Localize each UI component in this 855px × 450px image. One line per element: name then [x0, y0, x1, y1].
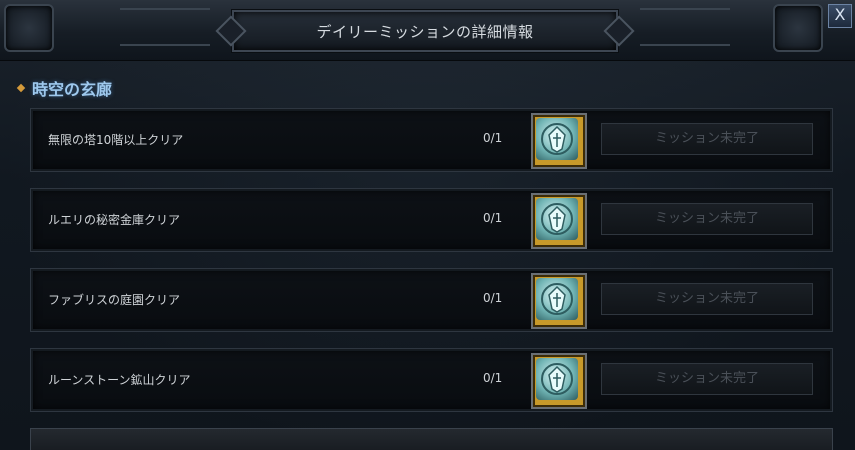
- mission-row: ルエリの秘密金庫クリア 0/1 ミッション未完了: [30, 188, 833, 252]
- corner-ornament-right: [773, 4, 823, 52]
- reward-slot[interactable]: [531, 113, 587, 169]
- reward-slot[interactable]: [531, 273, 587, 329]
- mission-name: 無限の塔10階以上クリア: [48, 133, 184, 147]
- mission-progress: 0/1: [483, 211, 503, 225]
- mission-progress: 0/1: [483, 371, 503, 385]
- section-header: 時空の玄廊: [16, 76, 113, 100]
- mission-details-window: デイリーミッションの詳細情報 X 時空の玄廊 無限の塔10階以上クリア 0/1 …: [0, 0, 855, 450]
- mission-status-button[interactable]: ミッション未完了: [601, 203, 813, 235]
- title-plate: デイリーミッションの詳細情報: [215, 10, 635, 52]
- reward-slot[interactable]: [531, 353, 587, 409]
- mission-name: ルエリの秘密金庫クリア: [48, 213, 181, 227]
- mission-name: ファブリスの庭園クリア: [48, 293, 181, 307]
- window-title: デイリーミッションの詳細情報: [316, 22, 534, 41]
- title-bar: デイリーミッションの詳細情報 X: [0, 0, 855, 61]
- title-ornament-right: [640, 8, 730, 46]
- close-icon: X: [834, 5, 846, 24]
- mission-row: ルーンストーン鉱山クリア 0/1 ミッション未完了: [30, 348, 833, 412]
- mission-status-button[interactable]: ミッション未完了: [601, 363, 813, 395]
- mission-row-partial: [30, 428, 833, 450]
- title-deco-right: [603, 15, 635, 47]
- mission-name: ルーンストーン鉱山クリア: [48, 373, 191, 387]
- close-button[interactable]: X: [828, 4, 852, 28]
- reward-emblem-icon: [536, 278, 578, 320]
- title-ornament-left: [120, 8, 210, 46]
- reward-slot[interactable]: [531, 193, 587, 249]
- reward-emblem-icon: [536, 198, 578, 240]
- reward-emblem-icon: [536, 118, 578, 160]
- section-title: 時空の玄廊: [32, 80, 113, 99]
- mission-row: 無限の塔10階以上クリア 0/1 ミッション未完了: [30, 108, 833, 172]
- title-deco-left: [215, 15, 247, 47]
- mission-status-button[interactable]: ミッション未完了: [601, 123, 813, 155]
- reward-emblem-icon: [536, 358, 578, 400]
- diamond-bullet-icon: [16, 83, 26, 93]
- mission-row: ファブリスの庭園クリア 0/1 ミッション未完了: [30, 268, 833, 332]
- mission-status-button[interactable]: ミッション未完了: [601, 283, 813, 315]
- mission-progress: 0/1: [483, 131, 503, 145]
- corner-ornament-left: [4, 4, 54, 52]
- mission-progress: 0/1: [483, 291, 503, 305]
